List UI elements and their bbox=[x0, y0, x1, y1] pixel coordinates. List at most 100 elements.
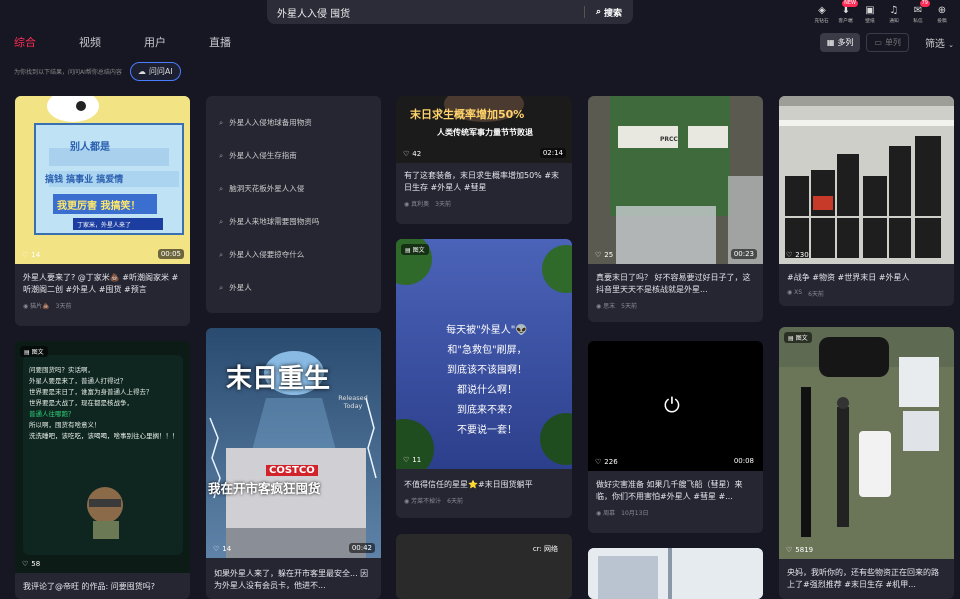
post-time: 10月13日 bbox=[621, 510, 649, 517]
gallery-icon: ▤ bbox=[24, 349, 30, 356]
ai-row: 为你找到以下结果，问问AI帮你总结内容 ☁ 问问AI bbox=[14, 62, 181, 81]
image-text: 和"急救包"刷屏， bbox=[447, 345, 527, 356]
card-thumbnail: ▤ 图文 ♡ 5819 bbox=[779, 327, 954, 559]
image-post-tag: ▤ 图文 bbox=[20, 346, 48, 357]
related-search-item[interactable]: ⌕ 外星人入侵地球备用物资 bbox=[206, 106, 381, 139]
related-search-text: 脑洞天花板外星人入侵 bbox=[229, 184, 305, 193]
card-title: 做好灾害准备 如果几千艘飞船（彗星）来临，你们不用害怕#外星人 #彗星 #... bbox=[596, 480, 743, 501]
ai-hint: 为你找到以下结果，问问AI帮你总结内容 bbox=[14, 69, 122, 76]
like-number: 58 bbox=[31, 560, 41, 568]
tab-all[interactable]: 综合 bbox=[14, 33, 79, 53]
filter-label: 筛选 bbox=[924, 39, 945, 50]
video-card[interactable]: 末日重生 Released Today COSTCO 我在开市客疯狂囤货 ♡ 14… bbox=[206, 328, 381, 599]
video-card[interactable] bbox=[588, 548, 763, 599]
card-title: #战争 #物资 #世界末日 #外星人 bbox=[787, 273, 910, 282]
author-name[interactable]: ◉ 周慕 bbox=[596, 508, 615, 517]
recharge-icon: ◈ bbox=[818, 4, 826, 16]
card-meta: 做好灾害准备 如果几千艘飞船（彗星）来临，你们不用害怕#外星人 #彗星 #...… bbox=[588, 479, 763, 517]
tag-text: 图文 bbox=[31, 349, 44, 356]
card-title: 如果外星人来了，躲在开市客里最安全... 因为外星人没有会员卡，他进不... bbox=[214, 569, 369, 590]
card-author-row: ◉ 真利奥 3天前 bbox=[404, 199, 564, 208]
tab-video[interactable]: 视频 bbox=[79, 33, 144, 53]
thumbnail-illustration bbox=[779, 96, 954, 264]
note-line: 世界要是大战了，现在都是核战争， bbox=[29, 399, 133, 407]
top-upload-button[interactable]: ⊕ 投稿 bbox=[930, 0, 954, 28]
like-number: 14 bbox=[31, 251, 41, 259]
related-search-item[interactable]: ⌕ 外星人 bbox=[206, 271, 381, 304]
image-post-tag: ▤ 图文 bbox=[401, 244, 429, 255]
top-client-button[interactable]: ⬇ 客户端 NEW bbox=[834, 0, 858, 28]
image-post-card[interactable]: ▤ 图文 ♡ 5819 央妈，我听你的，还有些物资正在回来的路上了#强烈推荐 #末… bbox=[779, 327, 954, 599]
image-post-card[interactable]: 每天被"外星人"👽 和"急救包"刷屏， 到底该不该囤啊！ 都说什么啊！ 到底来不… bbox=[396, 239, 572, 518]
card-thumbnail: 末日重生 Released Today COSTCO 我在开市客疯狂囤货 ♡ 14… bbox=[206, 328, 381, 558]
like-count: ♡ 25 bbox=[595, 251, 613, 259]
top-message-button[interactable]: ✉ 私信 79 bbox=[906, 0, 930, 28]
author-text: 周慕 bbox=[603, 510, 616, 517]
related-search-item[interactable]: ⌕ 外星人入侵生存指南 bbox=[206, 139, 381, 172]
related-search-item[interactable]: ⌕ 外星人来地球需要囤物资吗 bbox=[206, 205, 381, 238]
tab-live[interactable]: 直播 bbox=[209, 33, 274, 53]
like-number: 226 bbox=[604, 458, 618, 466]
top-notification-button[interactable]: ♫ 通知 bbox=[882, 0, 906, 28]
top-icon-label: 客户端 bbox=[838, 17, 854, 24]
post-time: 6天前 bbox=[447, 498, 463, 505]
notification-badge: 79 bbox=[919, 0, 930, 7]
video-card[interactable]: ♡ 230 #战争 #物资 #世界末日 #外星人 ◉ XS 6天前 bbox=[779, 96, 954, 306]
image-text: 我更厉害 我搞笑！ bbox=[57, 201, 141, 212]
top-icons: ◈ 充钻石 ⬇ 客户端 NEW ▣ 壁纸 ♫ 通知 ✉ 私信 79 ⊕ 投稿 bbox=[810, 0, 954, 28]
image-text: 都说什么啊！ bbox=[457, 385, 517, 396]
like-count: ♡ 11 bbox=[403, 456, 421, 464]
tab-user[interactable]: 用户 bbox=[144, 33, 209, 53]
video-card[interactable]: 别人都是 搞钱 搞事业 搞爱情 我更厉害 我搞笑！ 丁家米，外星人来了 ♡ 14 … bbox=[15, 96, 190, 326]
video-card[interactable]: PRCC ♡ 25 00:23 真要末日了吗？ 好不容易要过好日子了，这抖音里天天… bbox=[588, 96, 763, 322]
notification-badge: NEW bbox=[842, 0, 858, 7]
author-text: 思末 bbox=[603, 303, 616, 310]
gallery-icon: ▤ bbox=[405, 247, 411, 254]
related-search-text: 外星人入侵地球备用物资 bbox=[229, 118, 312, 127]
author-text: 猫片💩 bbox=[30, 303, 50, 310]
related-search-item[interactable]: ⌕ 外星人入侵要掠夺什么 bbox=[206, 238, 381, 271]
video-card[interactable]: cr: 网络 bbox=[396, 534, 572, 599]
author-name[interactable]: ◉ 猫片💩 bbox=[23, 301, 50, 310]
search-button[interactable]: ⌕ 搜索 bbox=[585, 0, 633, 24]
author-name[interactable]: ◉ 真利奥 bbox=[404, 199, 429, 208]
video-card[interactable]: 末日求生概率增加50% 人类传统军事力量节节败退 ♡ 42 02:14 有了这套装… bbox=[396, 96, 572, 224]
search-button-label: 搜索 bbox=[604, 8, 623, 19]
top-bar: ⌕ 搜索 ◈充钻石⬇客户端NEW▣壁纸♫通知✉私信79⊕投稿 bbox=[0, 0, 960, 28]
thumbnail-illustration bbox=[588, 96, 763, 264]
image-post-card[interactable]: 问要囤货吗？实话啊， 外星人要是来了，普通人打得过？ 世界要是末日了，谁富为身普… bbox=[15, 341, 190, 599]
top-wallpaper-button[interactable]: ▣ 壁纸 bbox=[858, 0, 882, 28]
heart-icon: ♡ bbox=[403, 456, 410, 464]
author-name[interactable]: ◉ XS bbox=[787, 289, 802, 298]
heart-icon: ♡ bbox=[22, 251, 29, 259]
post-time: 6天前 bbox=[808, 291, 824, 298]
like-number: 5819 bbox=[795, 546, 814, 554]
author-name[interactable]: ◉ 思末 bbox=[596, 301, 615, 310]
filter-button[interactable]: 筛选 ⌄ bbox=[925, 35, 954, 50]
image-text: cr: 网络 bbox=[532, 545, 558, 553]
ai-icon: ☁ bbox=[137, 67, 146, 76]
ask-ai-button[interactable]: ☁ 问问AI bbox=[129, 62, 181, 81]
top-recharge-button[interactable]: ◈ 充钻石 bbox=[810, 0, 834, 28]
chevron-down-icon: ⌄ bbox=[948, 41, 954, 49]
search-icon: ⌕ bbox=[219, 117, 224, 127]
search-input[interactable] bbox=[267, 0, 584, 24]
thumbnail-illustration bbox=[588, 548, 763, 599]
video-card[interactable]: ⏻ ♡ 226 00:08 做好灾害准备 如果几千艘飞船（彗星）来临，你们不用害怕… bbox=[588, 341, 763, 533]
single-column-label: 单列 bbox=[884, 38, 901, 47]
card-title: 外星人要来了? @丁家米💩 #听潮阁家米 #听潮阁二创 #外星人 #囤货 #预言 bbox=[23, 273, 179, 294]
card-thumbnail: PRCC ♡ 25 00:23 bbox=[588, 96, 763, 264]
card-meta: 央妈，我听你的，还有些物资正在回来的路上了#强烈推荐 #末日生存 #机甲... bbox=[779, 567, 954, 591]
duration: 00:42 bbox=[348, 543, 375, 553]
related-search-item[interactable]: ⌕ 脑洞天花板外星人入侵 bbox=[206, 172, 381, 205]
image-text: 搞钱 搞事业 搞爱情 bbox=[45, 175, 124, 185]
multi-column-button[interactable]: ▦ 多列 bbox=[819, 33, 861, 52]
image-text-block: 每天被"外星人"👽 和"急救包"刷屏， 到底该不该囤啊！ 都说什么啊！ 到底来不… bbox=[422, 321, 552, 441]
author-name[interactable]: ◉ 芳菜不掉汁 bbox=[404, 496, 441, 505]
post-time: 3天前 bbox=[55, 303, 72, 310]
like-count: ♡ 42 bbox=[403, 150, 421, 158]
single-column-button[interactable]: ▭ 单列 bbox=[866, 33, 909, 52]
tag-text: 图文 bbox=[412, 247, 425, 254]
image-text: 别人都是 bbox=[70, 142, 110, 153]
top-icon-label: 充钻石 bbox=[814, 17, 830, 24]
